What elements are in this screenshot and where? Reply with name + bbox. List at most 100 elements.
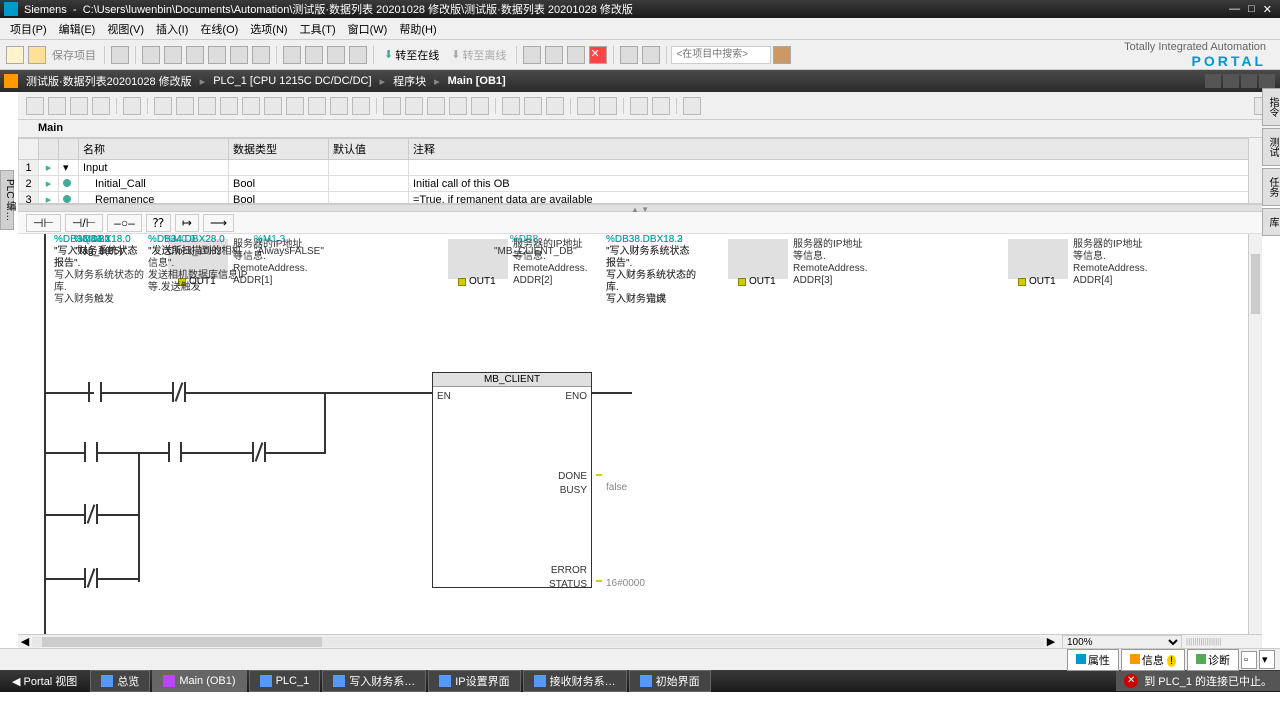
inspector-expand[interactable]: ▾ — [1259, 650, 1275, 669]
branch-close-button[interactable]: ⟶ — [203, 214, 234, 232]
nav-prev-icon[interactable] — [577, 97, 595, 115]
undo-icon[interactable] — [230, 46, 248, 64]
col-comment[interactable]: 注释 — [409, 139, 1262, 160]
insert-network-icon[interactable] — [26, 97, 44, 115]
menu-edit[interactable]: 编辑(E) — [53, 21, 102, 37]
view3-icon[interactable] — [198, 97, 216, 115]
nav-next-icon[interactable] — [599, 97, 617, 115]
new-project-icon[interactable] — [6, 46, 24, 64]
bc-blocks[interactable]: 程序块 — [389, 73, 430, 89]
comment-icon[interactable] — [92, 97, 110, 115]
menu-project[interactable]: 项目(P) — [4, 21, 53, 37]
col-default[interactable]: 默认值 — [329, 139, 409, 160]
contact-nc[interactable] — [252, 442, 266, 462]
view10-icon[interactable] — [352, 97, 370, 115]
monitor3-icon[interactable] — [427, 97, 445, 115]
menu-insert[interactable]: 插入(I) — [150, 21, 194, 37]
editor-minimize-button[interactable] — [1205, 74, 1221, 88]
tab-properties[interactable]: 属性 — [1067, 649, 1119, 671]
bc-main[interactable]: Main [OB1] — [444, 75, 510, 87]
col-name[interactable]: 名称 — [79, 139, 229, 160]
list-icon[interactable] — [123, 97, 141, 115]
menu-view[interactable]: 视图(V) — [101, 21, 150, 37]
fav1-icon[interactable] — [502, 97, 520, 115]
fav3-icon[interactable] — [546, 97, 564, 115]
tab-info[interactable]: 信息 ! — [1121, 649, 1185, 671]
ladder-editor[interactable]: 服务器的IP地址等信息. RemoteAddress. ADDR[1] OUT1… — [18, 234, 1262, 634]
go-offline-button[interactable]: ⬇转至离线 — [445, 47, 512, 63]
accessible-icon[interactable] — [523, 46, 541, 64]
menu-options[interactable]: 选项(N) — [244, 21, 293, 37]
task-init[interactable]: 初始界面 — [629, 670, 711, 692]
extra1-icon[interactable] — [630, 97, 648, 115]
inspector-collapse[interactable]: ▫ — [1241, 651, 1257, 669]
editor-restore-button[interactable] — [1223, 74, 1239, 88]
copy-icon[interactable] — [164, 46, 182, 64]
branch-open-button[interactable]: ↦ — [175, 214, 199, 232]
mb-client-block[interactable]: MB_CLIENT EN ENO DONE BUSY ERROR STATUS — [432, 372, 592, 588]
portal-view-button[interactable]: ◀ Portal 视图 — [0, 673, 89, 689]
open-project-icon[interactable] — [28, 46, 46, 64]
task-recv[interactable]: 接收财务系… — [523, 670, 627, 692]
side-tab-libraries[interactable]: 库 — [1262, 208, 1280, 236]
project-search-input[interactable] — [671, 46, 771, 64]
view2-icon[interactable] — [176, 97, 194, 115]
ladder-h-scrollbar[interactable]: ◀ ▶ 100% ||||||||||||||||| — [18, 634, 1262, 648]
redo-icon[interactable] — [252, 46, 270, 64]
task-write[interactable]: 写入财务系… — [322, 670, 426, 692]
col-type[interactable]: 数据类型 — [229, 139, 329, 160]
go-online-button[interactable]: ⬇转至在线 — [378, 47, 445, 63]
view6-icon[interactable] — [264, 97, 282, 115]
monitor4-icon[interactable] — [449, 97, 467, 115]
monitor5-icon[interactable] — [471, 97, 489, 115]
contact-nc[interactable] — [84, 504, 98, 524]
view7-icon[interactable] — [286, 97, 304, 115]
print-icon[interactable] — [111, 46, 129, 64]
paste-icon[interactable] — [186, 46, 204, 64]
table-row[interactable]: 1▸▾ Input — [19, 160, 1262, 176]
menu-help[interactable]: 帮助(H) — [393, 21, 442, 37]
view9-icon[interactable] — [330, 97, 348, 115]
stop-icon[interactable]: ✕ — [589, 46, 607, 64]
task-plc1[interactable]: PLC_1 — [249, 670, 321, 692]
editor-float-button[interactable] — [1241, 74, 1257, 88]
side-tab-instructions[interactable]: 指令 — [1262, 88, 1280, 126]
monitor2-icon[interactable] — [405, 97, 423, 115]
bc-project[interactable]: 测试版·数据列表20201028 修改版 — [22, 73, 196, 89]
side-tab-tasks[interactable]: 任务 — [1262, 168, 1280, 206]
fav2-icon[interactable] — [524, 97, 542, 115]
menu-online[interactable]: 在线(O) — [194, 21, 244, 37]
extra2-icon[interactable] — [652, 97, 670, 115]
goto-icon[interactable] — [70, 97, 88, 115]
view8-icon[interactable] — [308, 97, 326, 115]
task-ip[interactable]: IP设置界面 — [428, 670, 520, 692]
maximize-button[interactable]: □ — [1244, 3, 1259, 15]
split-v-icon[interactable] — [642, 46, 660, 64]
zoom-select[interactable]: 100% — [1062, 635, 1182, 649]
editor-close-button[interactable] — [1259, 74, 1275, 88]
box-button[interactable]: ⁇ — [146, 214, 171, 232]
contact-no[interactable] — [168, 442, 182, 462]
split-h-icon[interactable] — [620, 46, 638, 64]
close-button[interactable]: ✕ — [1259, 3, 1276, 16]
view5-icon[interactable] — [242, 97, 260, 115]
delete-network-icon[interactable] — [48, 97, 66, 115]
table-scrollbar[interactable] — [1248, 138, 1262, 204]
task-main[interactable]: Main (OB1) — [152, 670, 246, 692]
minimize-button[interactable]: — — [1225, 3, 1244, 15]
view1-icon[interactable] — [154, 97, 172, 115]
extra3-icon[interactable] — [683, 97, 701, 115]
contact-no-button[interactable]: ⊣⊢ — [26, 214, 61, 232]
table-row[interactable]: 3▸ RemanenceBool=True, if remanent data … — [19, 192, 1262, 205]
contact-no[interactable] — [84, 442, 98, 462]
download-icon[interactable] — [305, 46, 323, 64]
menu-window[interactable]: 窗口(W) — [342, 21, 394, 37]
compile-icon[interactable] — [283, 46, 301, 64]
coil-button[interactable]: –○– — [107, 214, 142, 232]
left-side-tab[interactable]: PLC 编… — [0, 170, 14, 230]
task-overview[interactable]: 总览 — [90, 670, 150, 692]
table-row[interactable]: 2▸ Initial_CallBoolInitial call of this … — [19, 176, 1262, 192]
tab-diagnostics[interactable]: 诊断 — [1187, 649, 1239, 671]
contact-nc[interactable] — [172, 382, 186, 402]
plc-icon[interactable] — [545, 46, 563, 64]
